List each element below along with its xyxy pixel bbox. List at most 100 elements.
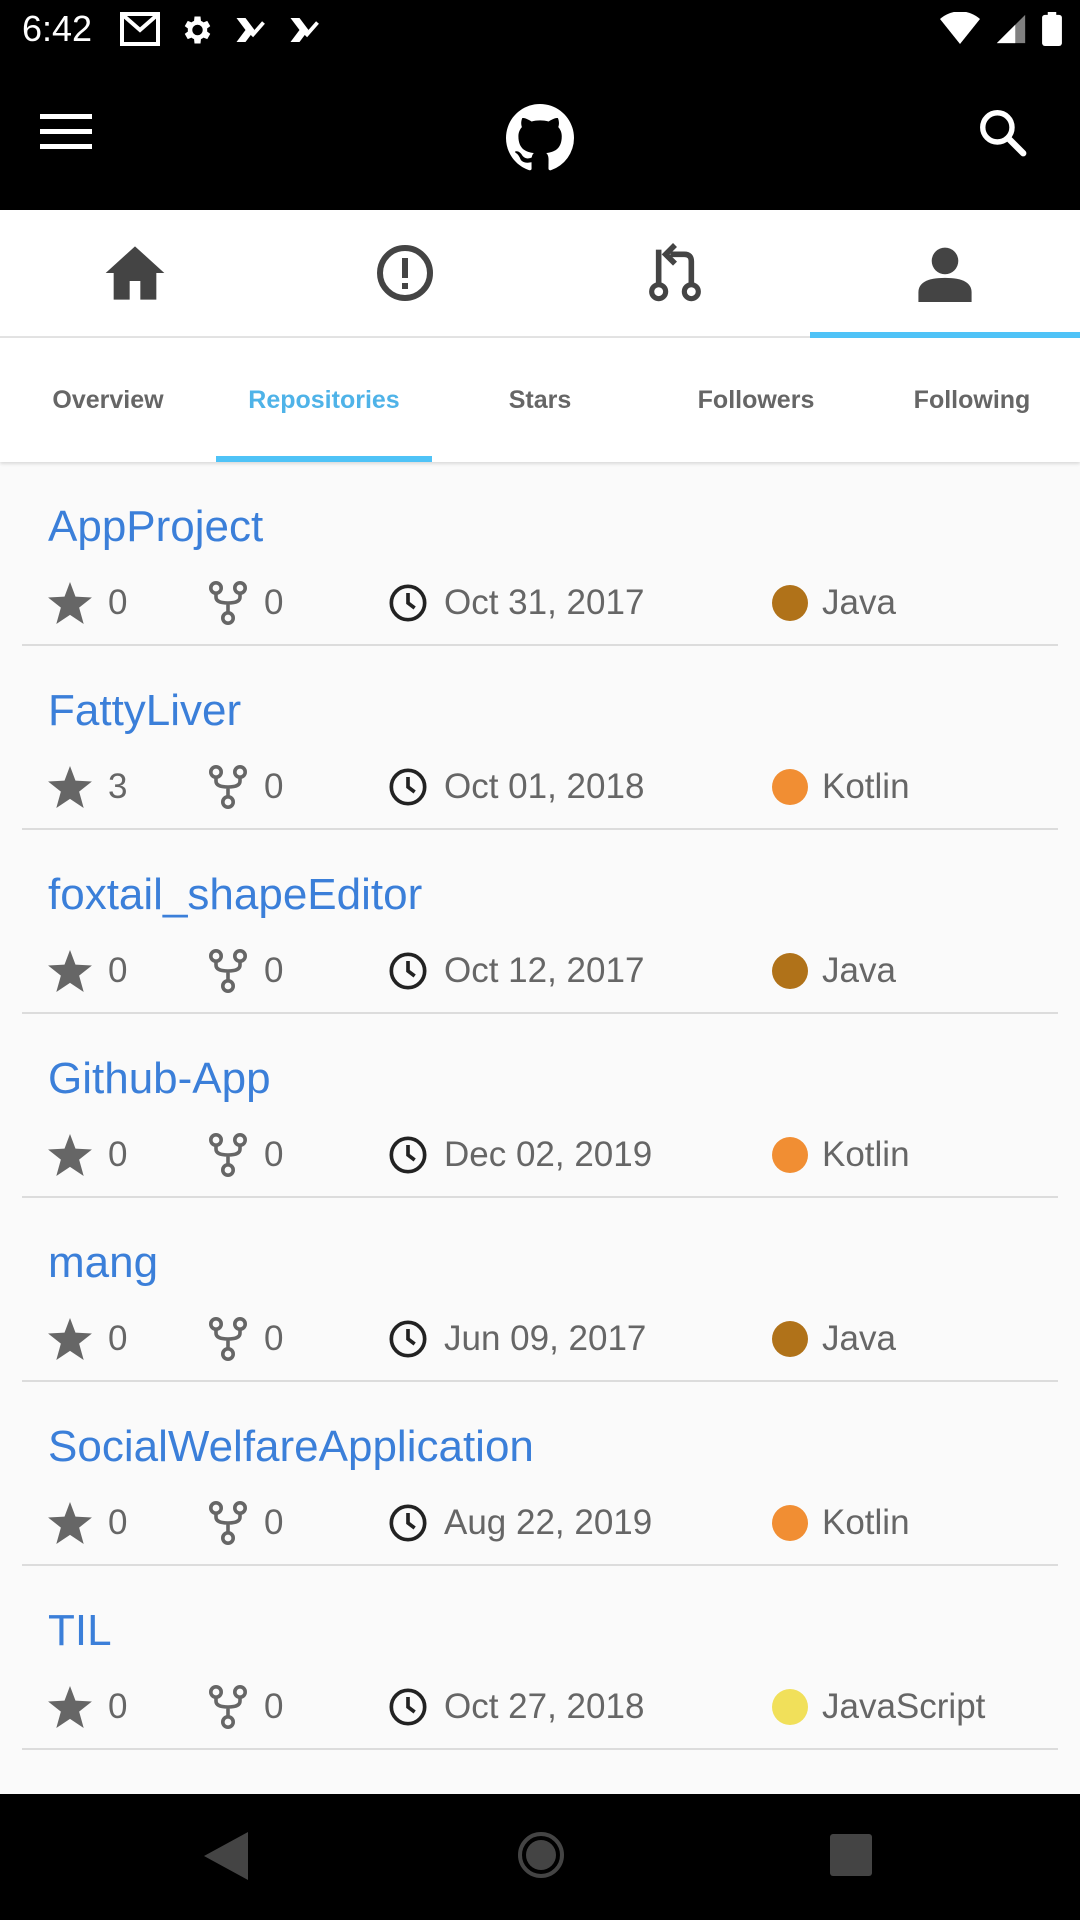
repo-language: Kotlin <box>772 1498 910 1548</box>
star-icon <box>48 1318 92 1360</box>
fork-count: 0 <box>264 583 284 622</box>
updated-date: Oct 31, 2017 <box>444 583 645 622</box>
repo-language: Kotlin <box>772 762 910 812</box>
back-button[interactable] <box>204 1832 248 1885</box>
main-tabs <box>0 210 1080 338</box>
repo-language: Java <box>772 578 896 628</box>
repo-item[interactable]: Github-App 0 0 Dec 02, 2019 Kotlin <box>22 1014 1058 1198</box>
repo-meta: 0 0 Oct 27, 2018 JavaScript <box>48 1682 1048 1732</box>
tab-profile[interactable] <box>810 210 1080 338</box>
repo-stars: 0 <box>48 1130 127 1180</box>
repo-item[interactable]: TIL 0 0 Oct 27, 2018 JavaScript <box>22 1566 1058 1750</box>
clock-icon <box>389 952 427 990</box>
repo-forks: 0 <box>208 1682 283 1732</box>
repo-stars: 3 <box>48 762 127 812</box>
language-name: Java <box>822 1319 896 1358</box>
repo-item[interactable]: AppProject 0 0 Oct 31, 2017 Java <box>22 462 1058 646</box>
repo-stars: 0 <box>48 1498 127 1548</box>
updated-date: Oct 12, 2017 <box>444 951 645 990</box>
repo-meta: 0 0 Aug 22, 2019 Kotlin <box>48 1498 1048 1548</box>
recents-icon <box>830 1834 872 1876</box>
star-count: 0 <box>108 951 128 990</box>
repo-forks: 0 <box>208 946 283 996</box>
updated-date: Jun 09, 2017 <box>444 1319 647 1358</box>
clock-icon <box>389 1504 427 1542</box>
repo-name[interactable]: mang <box>48 1238 158 1288</box>
app-bar <box>0 60 1080 210</box>
star-count: 0 <box>108 1135 128 1174</box>
repo-name[interactable]: SocialWelfareApplication <box>48 1422 534 1472</box>
repo-name[interactable]: Github-App <box>48 1054 271 1104</box>
language-color-dot <box>772 1137 808 1173</box>
repo-updated: Jun 09, 2017 <box>388 1314 646 1364</box>
repo-name[interactable]: foxtail_shapeEditor <box>48 870 422 920</box>
fork-icon <box>209 765 247 809</box>
star-count: 0 <box>108 1687 128 1726</box>
repo-stars: 0 <box>48 1314 127 1364</box>
status-icons-left <box>120 12 322 48</box>
status-time: 6:42 <box>22 8 93 49</box>
star-icon <box>48 766 92 808</box>
repo-item[interactable]: FattyLiver 3 0 Oct 01, 2018 Kotlin <box>22 646 1058 830</box>
star-icon <box>48 1502 92 1544</box>
pull-request-icon <box>649 243 701 302</box>
battery-icon <box>1042 12 1062 46</box>
search-button[interactable] <box>976 106 1032 162</box>
subtab-followers[interactable]: Followers <box>648 338 864 462</box>
fork-icon <box>209 581 247 625</box>
repo-stars: 0 <box>48 578 127 628</box>
star-icon <box>48 582 92 624</box>
star-count: 3 <box>108 767 128 806</box>
repo-name[interactable]: AppProject <box>48 502 263 552</box>
repo-name[interactable]: TIL <box>48 1606 112 1656</box>
status-icons-right <box>940 12 1062 46</box>
repo-updated: Aug 22, 2019 <box>388 1498 652 1548</box>
language-color-dot <box>772 1505 808 1541</box>
language-name: Java <box>822 951 896 990</box>
repo-item[interactable]: SocialWelfareApplication 0 0 Aug 22, 201… <box>22 1382 1058 1566</box>
updated-date: Dec 02, 2019 <box>444 1135 653 1174</box>
language-name: Kotlin <box>822 1135 910 1174</box>
subtab-repositories[interactable]: Repositories <box>216 338 432 462</box>
repo-language: Java <box>772 946 896 996</box>
fork-icon <box>209 1133 247 1177</box>
repo-item[interactable]: foxtail_shapeEditor 0 0 Oct 12, 2017 Jav… <box>22 830 1058 1014</box>
fork-count: 0 <box>264 1503 284 1542</box>
language-color-dot <box>772 1321 808 1357</box>
repo-stars: 0 <box>48 1682 127 1732</box>
repo-updated: Oct 27, 2018 <box>388 1682 644 1732</box>
status-bar: 6:42 <box>0 0 1080 60</box>
clock-icon <box>389 584 427 622</box>
tab-pull-requests[interactable] <box>540 210 810 336</box>
repo-meta: 0 0 Oct 12, 2017 Java <box>48 946 1048 996</box>
tab-home[interactable] <box>0 210 270 336</box>
repo-name[interactable]: FattyLiver <box>48 686 241 736</box>
subtab-overview[interactable]: Overview <box>0 338 216 462</box>
repo-language: JavaScript <box>772 1682 985 1732</box>
search-icon <box>980 110 1027 157</box>
clock-icon <box>389 1136 427 1174</box>
repo-meta: 0 0 Dec 02, 2019 Kotlin <box>48 1130 1048 1180</box>
repo-updated: Oct 12, 2017 <box>388 946 644 996</box>
tab-issues[interactable] <box>270 210 540 336</box>
task-icon <box>290 18 319 42</box>
repo-forks: 0 <box>208 762 283 812</box>
home-button[interactable] <box>516 1830 566 1885</box>
github-octocat-icon <box>506 104 574 171</box>
language-color-dot <box>772 953 808 989</box>
subtab-stars[interactable]: Stars <box>432 338 648 462</box>
github-logo[interactable] <box>506 104 574 172</box>
updated-date: Aug 22, 2019 <box>444 1503 653 1542</box>
menu-button[interactable] <box>40 112 96 160</box>
star-icon <box>48 1686 92 1728</box>
recents-button[interactable] <box>830 1834 872 1881</box>
fork-count: 0 <box>264 1687 284 1726</box>
wifi-icon <box>940 12 980 44</box>
repo-meta: 0 0 Jun 09, 2017 Java <box>48 1314 1048 1364</box>
home-circle-icon <box>518 1832 564 1878</box>
fork-count: 0 <box>264 951 284 990</box>
hamburger-menu-icon <box>40 114 92 149</box>
task-icon <box>236 18 265 42</box>
repo-item[interactable]: mang 0 0 Jun 09, 2017 Java <box>22 1198 1058 1382</box>
subtab-following[interactable]: Following <box>864 338 1080 462</box>
